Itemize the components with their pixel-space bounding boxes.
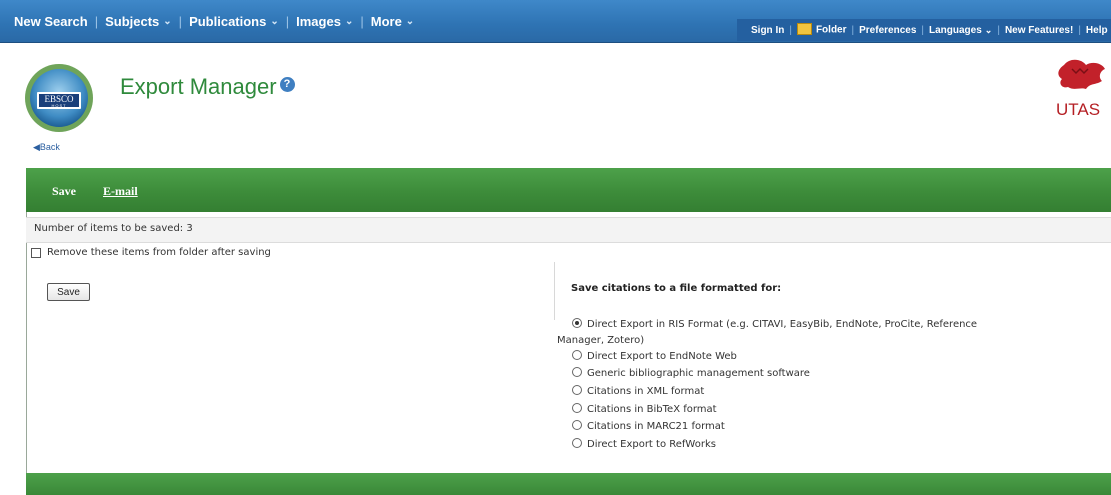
page-title-text: Export Manager bbox=[120, 74, 277, 99]
format-option-label: Citations in BibTeX format bbox=[587, 404, 717, 415]
nav-publications[interactable]: Publications ⌄ bbox=[189, 14, 279, 29]
chevron-down-icon: ⌄ bbox=[405, 15, 415, 27]
format-option-label: Citations in XML format bbox=[587, 386, 705, 397]
export-toolbar: Save E-mail bbox=[26, 168, 1111, 212]
nav-images-label: Images bbox=[296, 13, 341, 29]
new-features-link[interactable]: New Features! bbox=[1005, 25, 1073, 36]
email-tab[interactable]: E-mail bbox=[103, 184, 138, 199]
format-radio-ris[interactable] bbox=[572, 318, 582, 328]
chevron-down-icon: ⌄ bbox=[984, 24, 993, 35]
nav-subjects[interactable]: Subjects ⌄ bbox=[105, 14, 172, 29]
nav-separator: | bbox=[94, 13, 99, 29]
back-link[interactable]: ◀Back bbox=[33, 142, 60, 153]
format-radio-generic[interactable] bbox=[572, 367, 582, 377]
nav-separator: | bbox=[997, 24, 1000, 36]
help-link[interactable]: Help bbox=[1086, 25, 1108, 36]
folder-label: Folder bbox=[815, 24, 847, 36]
help-icon[interactable]: ? bbox=[279, 77, 295, 92]
nav-more-label: More bbox=[370, 13, 402, 29]
format-option-xml[interactable]: Citations in XML format bbox=[557, 384, 704, 400]
format-option-label: Direct Export to RefWorks bbox=[587, 439, 716, 450]
nav-more[interactable]: More ⌄ bbox=[371, 14, 414, 29]
format-option-generic[interactable]: Generic bibliographic management softwar… bbox=[557, 366, 810, 382]
back-arrow-icon: ◀ bbox=[33, 142, 40, 152]
format-radio-bibtex[interactable] bbox=[572, 403, 582, 413]
item-count-row: Number of items to be saved: 3 bbox=[26, 217, 1111, 243]
item-count-text: Number of items to be saved: 3 bbox=[34, 223, 193, 234]
format-option-label: Direct Export to EndNote Web bbox=[587, 351, 737, 362]
format-option-label: Generic bibliographic management softwar… bbox=[587, 368, 810, 379]
column-divider bbox=[554, 262, 555, 320]
logo-subtext: HOST bbox=[51, 103, 66, 108]
folder-icon bbox=[796, 23, 812, 35]
format-option-bibtex[interactable]: Citations in BibTeX format bbox=[557, 402, 717, 418]
bottom-toolbar bbox=[26, 473, 1111, 495]
preferences-link[interactable]: Preferences bbox=[859, 25, 916, 36]
nav-separator: | bbox=[285, 13, 290, 29]
languages-link[interactable]: Languages ⌄ bbox=[929, 25, 992, 36]
remove-items-checkbox[interactable] bbox=[31, 247, 41, 258]
format-option-marc21[interactable]: Citations in MARC21 format bbox=[557, 419, 725, 435]
save-tab[interactable]: Save bbox=[52, 184, 76, 199]
format-radio-endnote-web[interactable] bbox=[572, 350, 582, 360]
main-nav: New Search | Subjects ⌄ | Publications ⌄ |… bbox=[14, 0, 414, 42]
save-button[interactable]: Save bbox=[47, 283, 90, 301]
nav-separator: | bbox=[789, 24, 792, 36]
back-link-label: Back bbox=[39, 142, 60, 152]
nav-subjects-label: Subjects bbox=[105, 13, 160, 29]
nav-separator: | bbox=[360, 13, 364, 29]
format-radio-xml[interactable] bbox=[572, 385, 582, 395]
page-title: Export Manager? bbox=[120, 74, 295, 100]
nav-separator: | bbox=[1078, 24, 1081, 36]
remove-items-option: Remove these items from folder after sav… bbox=[31, 247, 271, 258]
nav-images[interactable]: Images ⌄ bbox=[296, 14, 353, 29]
format-option-label: Citations in MARC21 format bbox=[587, 421, 725, 432]
nav-separator: | bbox=[178, 13, 183, 29]
chevron-down-icon: ⌄ bbox=[270, 15, 279, 27]
nav-new-search-label: New Search bbox=[14, 13, 88, 29]
nav-separator: | bbox=[921, 24, 924, 36]
nav-separator: | bbox=[851, 24, 855, 36]
format-radio-marc21[interactable] bbox=[572, 420, 582, 430]
format-option-label: Direct Export in RIS Format (e.g. CITAVI… bbox=[557, 319, 978, 346]
format-option-ris[interactable]: Direct Export in RIS Format (e.g. CITAVI… bbox=[557, 317, 987, 349]
top-navigation-bar: New Search | Subjects ⌄ | Publications ⌄ |… bbox=[0, 0, 1111, 43]
format-radio-refworks[interactable] bbox=[572, 438, 582, 448]
chevron-down-icon: ⌄ bbox=[163, 15, 172, 27]
languages-label: Languages bbox=[929, 24, 982, 36]
folder-link[interactable]: Folder bbox=[796, 23, 847, 36]
format-section-title: Save citations to a file formatted for: bbox=[571, 283, 782, 294]
format-option-refworks[interactable]: Direct Export to RefWorks bbox=[557, 437, 716, 453]
nav-new-search[interactable]: New Search bbox=[14, 14, 88, 29]
utas-logo-text: UTAS bbox=[1056, 100, 1101, 119]
format-option-endnote-web[interactable]: Direct Export to EndNote Web bbox=[557, 349, 737, 365]
remove-items-label: Remove these items from folder after sav… bbox=[47, 247, 271, 258]
ebsco-host-logo: EBSCO HOST bbox=[25, 64, 93, 132]
chevron-down-icon: ⌄ bbox=[344, 15, 354, 27]
nav-publications-label: Publications bbox=[189, 13, 267, 29]
utility-nav: Sign In | Folder | Preferences | Languag… bbox=[737, 19, 1111, 41]
sign-in-link[interactable]: Sign In bbox=[751, 25, 784, 36]
